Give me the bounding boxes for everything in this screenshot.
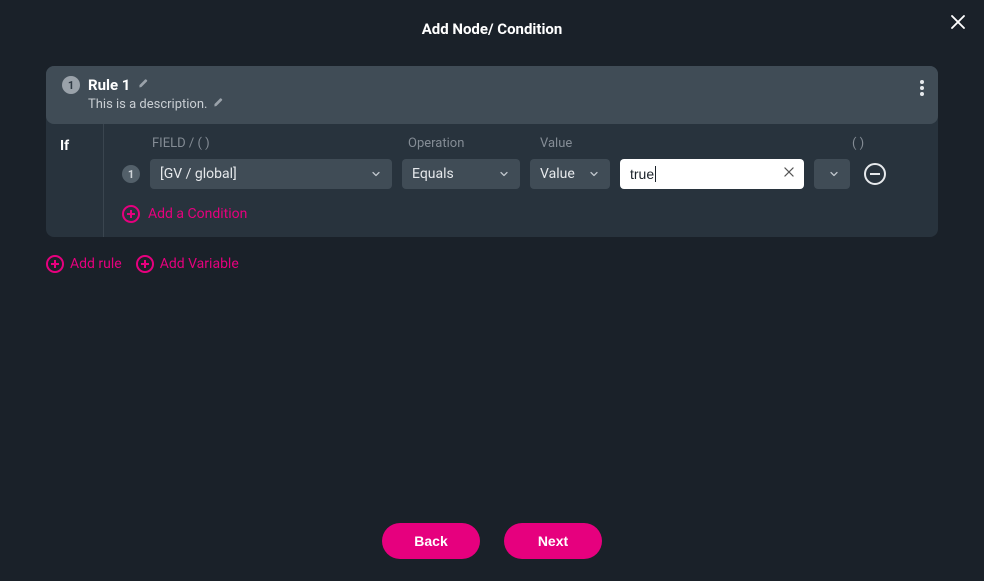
minus-icon <box>870 173 880 175</box>
rule-index-badge: 1 <box>62 76 80 94</box>
rule-body: If FIELD / ( ) Operation Value ( ) 1 [GV… <box>46 124 938 237</box>
field-select[interactable]: [GV / global] <box>150 159 392 189</box>
pencil-icon <box>138 77 150 89</box>
pencil-icon <box>213 96 225 108</box>
edit-rule-description-button[interactable] <box>213 96 225 112</box>
add-rule-button[interactable]: Add rule <box>46 255 122 273</box>
condition-headers: FIELD / ( ) Operation Value ( ) <box>122 136 920 151</box>
header-paren: ( ) <box>634 136 864 151</box>
header-operation: Operation <box>408 136 526 151</box>
field-select-value: [GV / global] <box>160 166 237 182</box>
value-type-select-value: Value <box>540 166 575 182</box>
add-condition-button[interactable]: Add a Condition <box>122 205 920 223</box>
chevron-down-icon <box>370 168 382 180</box>
value-input-wrap <box>620 159 804 189</box>
add-condition-label: Add a Condition <box>148 206 247 222</box>
value-input[interactable] <box>620 159 804 189</box>
condition-row-index: 1 <box>122 165 140 183</box>
value-type-select[interactable]: Value <box>530 159 610 189</box>
edit-rule-title-button[interactable] <box>138 77 150 93</box>
close-icon <box>782 165 796 179</box>
rule-menu-button[interactable] <box>920 80 924 100</box>
add-variable-button[interactable]: Add Variable <box>136 255 239 273</box>
card-footer-actions: Add rule Add Variable <box>0 237 984 273</box>
clear-value-button[interactable] <box>782 165 796 183</box>
operation-select[interactable]: Equals <box>402 159 520 189</box>
header-field: FIELD / ( ) <box>152 136 394 151</box>
next-button[interactable]: Next <box>504 523 602 559</box>
add-variable-label: Add Variable <box>160 256 239 272</box>
rule-header: 1 Rule 1 This is a description. <box>46 66 938 124</box>
chevron-down-icon <box>498 168 510 180</box>
kebab-icon <box>920 80 924 96</box>
text-caret <box>655 166 656 182</box>
close-button[interactable] <box>946 10 970 34</box>
chevron-down-icon <box>828 168 840 180</box>
if-label: If <box>46 124 104 237</box>
modal-content: 1 Rule 1 This is a description. <box>0 38 984 237</box>
plus-circle-icon <box>136 255 154 273</box>
rule-description: This is a description. <box>88 97 207 112</box>
rule-title: Rule 1 <box>88 76 130 94</box>
plus-circle-icon <box>122 205 140 223</box>
paren-select[interactable] <box>814 159 850 189</box>
rule-card: 1 Rule 1 This is a description. <box>46 66 938 237</box>
plus-circle-icon <box>46 255 64 273</box>
header-value: Value <box>540 136 620 151</box>
condition-column: FIELD / ( ) Operation Value ( ) 1 [GV / … <box>104 124 938 237</box>
chevron-down-icon <box>588 168 600 180</box>
add-rule-label: Add rule <box>70 256 122 272</box>
modal-add-node-condition: Add Node/ Condition 1 Rule 1 This is a d… <box>0 0 984 581</box>
modal-title: Add Node/ Condition <box>0 0 984 38</box>
modal-footer: Back Next <box>0 523 984 559</box>
close-icon <box>949 13 967 31</box>
operation-select-value: Equals <box>412 166 454 182</box>
remove-condition-button[interactable] <box>864 163 886 185</box>
condition-row: 1 [GV / global] Equals Value <box>122 159 920 189</box>
back-button[interactable]: Back <box>382 523 480 559</box>
